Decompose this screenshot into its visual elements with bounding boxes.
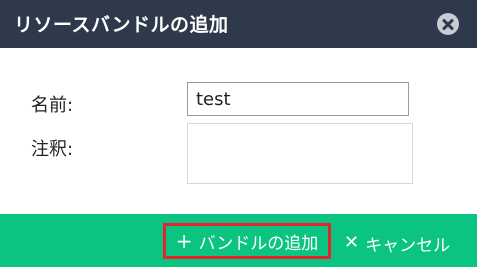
name-label: 名前: [31,95,74,116]
add-bundle-button[interactable]: + バンドルの追加 [163,223,331,259]
dialog-header: リソースバンドルの追加 [0,0,477,48]
close-icon[interactable] [437,13,459,35]
description-label: 注釈: [31,139,74,160]
dialog-title: リソースバンドルの追加 [14,14,229,36]
description-textarea[interactable] [187,123,413,184]
plus-icon: + [175,229,193,253]
cancel-label: キャンセル [365,235,451,256]
cancel-button[interactable]: ✕ キャンセル [344,230,450,256]
x-icon: ✕ [344,232,360,253]
name-input[interactable] [187,82,409,116]
add-bundle-label: バンドルの追加 [198,233,319,254]
